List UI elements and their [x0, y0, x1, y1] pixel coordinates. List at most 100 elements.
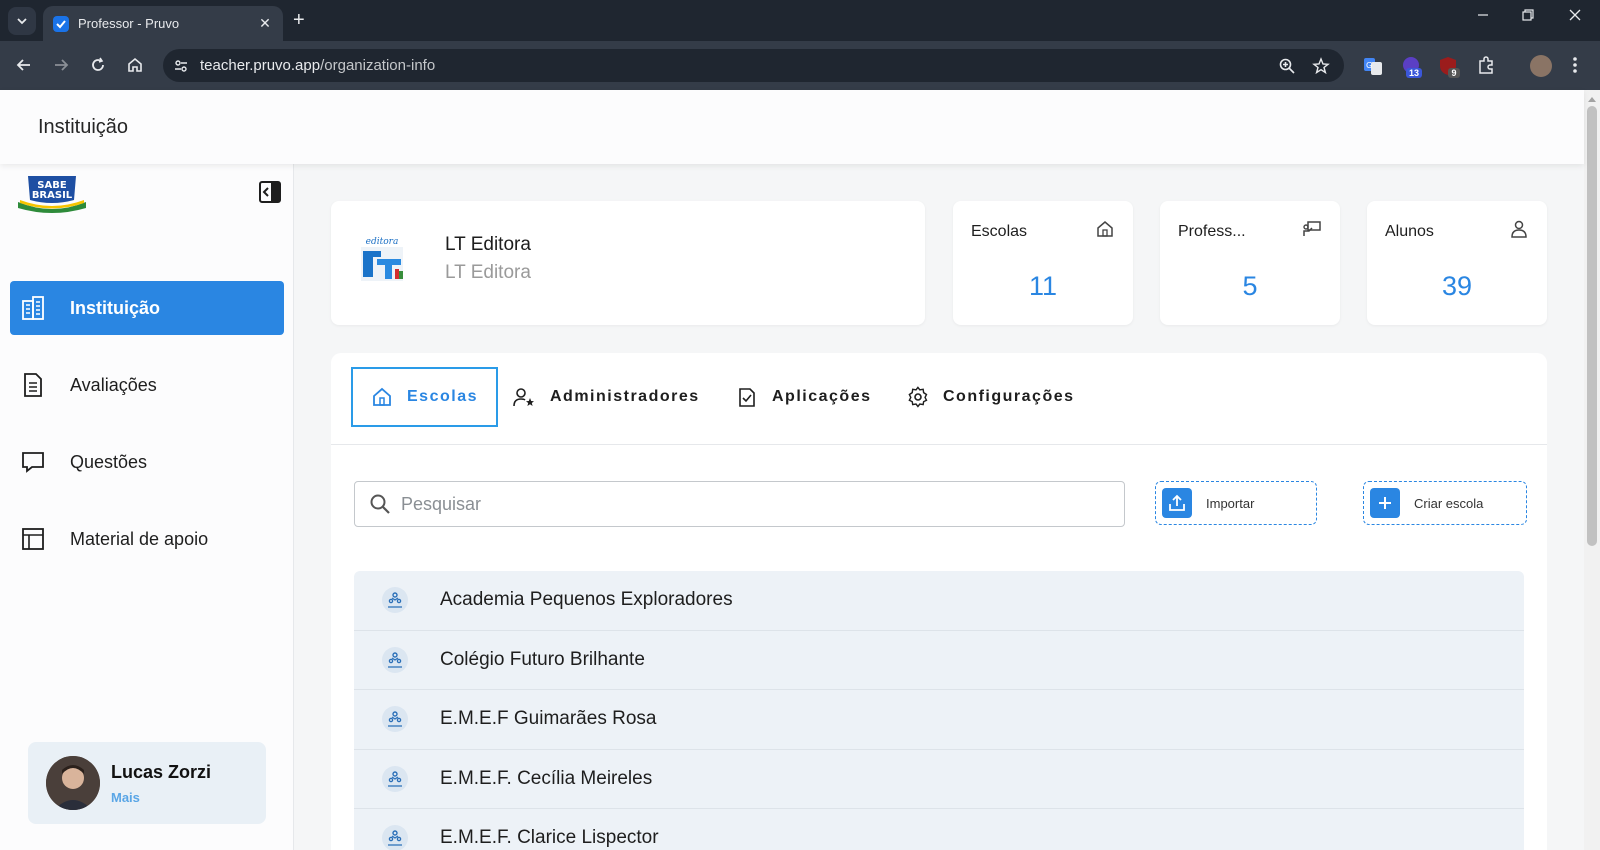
create-school-button[interactable]: Criar escola	[1363, 481, 1527, 525]
sidebar-item-label: Material de apoio	[70, 528, 209, 549]
import-button[interactable]: Importar	[1155, 481, 1317, 525]
arrow-left-icon	[16, 59, 30, 71]
school-name: Academia Pequenos Exploradores	[440, 589, 733, 611]
app-header: Instituição	[0, 90, 1584, 164]
stat-value: 5	[1242, 271, 1258, 301]
schools-panel: Escolas Administradores Aplicações Confi…	[331, 353, 1547, 850]
org-logo-text: editora	[366, 237, 399, 247]
tab-administradores[interactable]: Administradores	[512, 367, 700, 427]
zoom-icon[interactable]	[1278, 57, 1296, 75]
scroll-up-icon[interactable]	[1587, 95, 1597, 103]
tab-configuracoes[interactable]: Configurações	[907, 367, 1075, 427]
collapse-sidebar-icon[interactable]	[258, 180, 282, 204]
tab-search-button[interactable]	[8, 7, 36, 35]
tab-label: Configurações	[943, 388, 1075, 405]
close-window-button[interactable]	[1568, 8, 1582, 27]
stat-card-professores: Profess... 5	[1160, 201, 1340, 325]
page-title: Instituição	[38, 116, 129, 138]
sidebar-item-instituicao[interactable]: Instituição	[10, 281, 284, 335]
school-icon	[382, 646, 408, 673]
document-icon	[24, 373, 42, 397]
bookmark-star-icon[interactable]	[1312, 56, 1330, 75]
home-icon	[373, 387, 391, 406]
sidebar: SABE BRASIL Instituição Avaliações Quest…	[0, 164, 294, 850]
chat-icon	[22, 452, 44, 473]
address-bar[interactable]: teacher.pruvo.app/organization-info	[163, 49, 1344, 82]
user-star-icon	[513, 388, 534, 407]
building-icon	[22, 296, 44, 320]
sidebar-item-questoes[interactable]: Questões	[10, 435, 284, 489]
ublock-badge-count: 9	[1451, 68, 1457, 78]
minimize-button[interactable]	[1476, 8, 1490, 27]
stat-value: 39	[1441, 271, 1473, 301]
tab-aplicacoes[interactable]: Aplicações	[736, 367, 871, 427]
tab-close-icon[interactable]: ✕	[257, 15, 273, 32]
school-icon	[382, 765, 408, 792]
search-input[interactable]	[401, 493, 1101, 515]
translate-extension-icon[interactable]: G	[1362, 55, 1384, 77]
list-item[interactable]: E.M.E.F. Cecília Meireles	[354, 749, 1524, 809]
extension-badge-count: 13	[1408, 68, 1419, 78]
tab-escolas[interactable]: Escolas	[351, 367, 498, 427]
teacher-icon	[1303, 221, 1321, 236]
sidebar-item-avaliacoes[interactable]: Avaliações	[10, 358, 284, 412]
chevron-down-icon	[17, 18, 27, 25]
stat-label: Profess...	[1178, 223, 1246, 240]
user-name: Lucas Zorzi	[111, 762, 212, 782]
sidebar-item-material[interactable]: Material de apoio	[10, 512, 284, 566]
sabe-brasil-logo: SABE BRASIL	[18, 176, 86, 213]
profile-avatar-icon[interactable]	[1530, 55, 1552, 77]
sidebar-item-label: Avaliações	[70, 374, 157, 395]
list-item[interactable]: Colégio Futuro Brilhante	[354, 630, 1524, 690]
school-name: E.M.E.F. Clarice Lispector	[440, 827, 659, 849]
schools-list: Academia Pequenos Exploradores Colégio F…	[354, 571, 1524, 850]
scrollbar-thumb[interactable]	[1587, 106, 1597, 546]
reload-icon	[92, 57, 104, 71]
avatar	[46, 756, 100, 810]
stat-card-escolas: Escolas 11	[953, 201, 1133, 325]
new-tab-button[interactable]: +	[293, 9, 305, 31]
home-button[interactable]	[125, 55, 145, 75]
user-card[interactable]: Lucas Zorzi Mais	[28, 742, 266, 824]
site-info-icon[interactable]	[170, 55, 192, 77]
create-label: Criar escola	[1414, 495, 1484, 511]
reload-button[interactable]	[88, 55, 108, 75]
tab-title: Professor - Pruvo	[78, 16, 180, 31]
tab-label: Administradores	[550, 388, 700, 405]
gear-icon	[908, 386, 928, 408]
organization-card: editora LT Editora LT Editora	[331, 201, 925, 325]
list-item[interactable]: E.M.E.F Guimarães Rosa	[354, 690, 1524, 750]
search-box[interactable]	[354, 481, 1125, 527]
svg-text:G: G	[1366, 61, 1372, 70]
list-item[interactable]: E.M.E.F. Clarice Lispector	[354, 809, 1524, 850]
plus-icon	[1370, 488, 1400, 518]
layout-icon	[22, 528, 44, 550]
ublock-extension-icon[interactable]: 9	[1438, 55, 1460, 78]
browser-toolbar: teacher.pruvo.app/organization-info G 13…	[0, 41, 1600, 90]
org-logo: editora	[361, 237, 403, 281]
forward-button[interactable]	[51, 55, 71, 75]
logo-text-line2: BRASIL	[32, 190, 73, 201]
stat-label: Escolas	[971, 223, 1028, 240]
url-host: teacher.pruvo.app	[200, 57, 321, 74]
school-icon	[382, 825, 408, 850]
school-name: E.M.E.F Guimarães Rosa	[440, 708, 657, 730]
extensions-puzzle-icon[interactable]	[1476, 55, 1498, 77]
favicon-icon	[53, 15, 69, 32]
school-name: E.M.E.F. Cecília Meireles	[440, 767, 653, 789]
user-more-link[interactable]: Mais	[111, 790, 140, 805]
stat-label: Alunos	[1385, 223, 1434, 240]
url-text: teacher.pruvo.app/organization-info	[200, 57, 1278, 74]
org-subtitle: LT Editora	[445, 262, 531, 283]
school-icon	[382, 706, 408, 733]
browser-menu-icon[interactable]	[1572, 55, 1594, 77]
extension-badge-icon[interactable]: 13	[1400, 55, 1422, 78]
school-icon	[382, 587, 408, 614]
list-item[interactable]: Academia Pequenos Exploradores	[354, 571, 1524, 631]
tab-label: Escolas	[407, 388, 478, 405]
browser-tab-bar: Professor - Pruvo ✕ +	[0, 0, 1600, 41]
back-button[interactable]	[14, 55, 34, 75]
home-icon	[1097, 221, 1113, 237]
restore-button[interactable]	[1521, 8, 1535, 27]
browser-tab[interactable]: Professor - Pruvo ✕	[43, 6, 283, 41]
